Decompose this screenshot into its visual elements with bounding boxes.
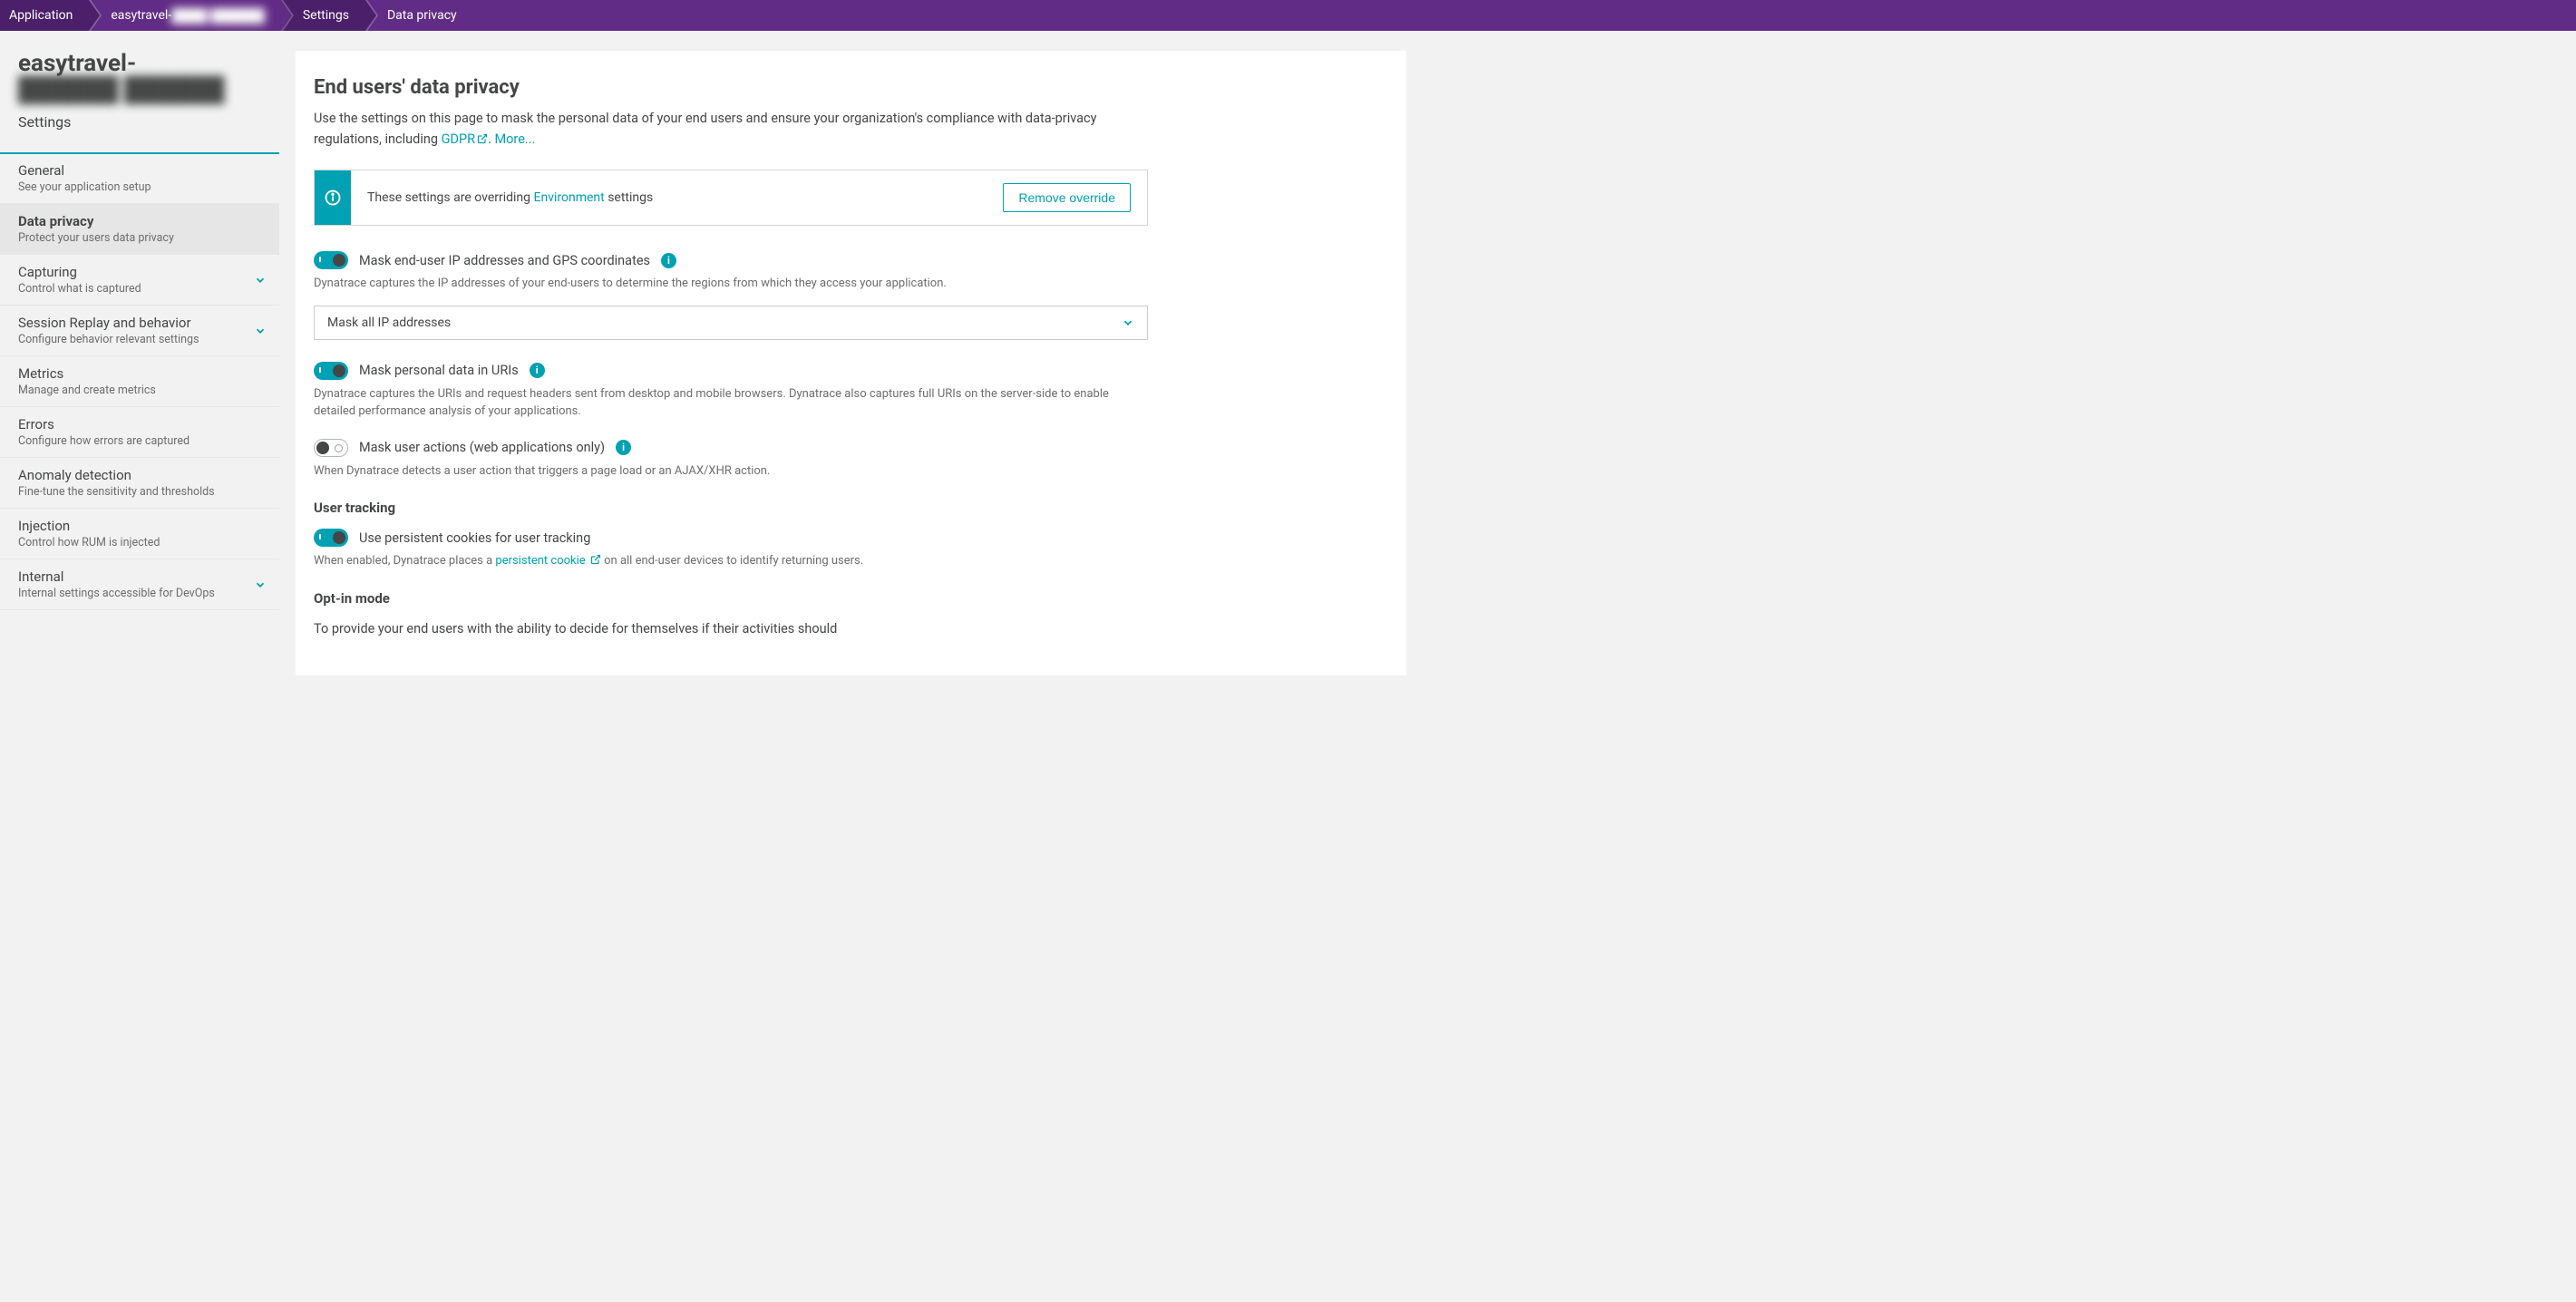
external-link-icon bbox=[477, 133, 488, 144]
nav-sub: Fine-tune the sensitivity and thresholds bbox=[18, 485, 261, 499]
crumb-application[interactable]: Application bbox=[0, 0, 89, 31]
persistent-cookie-link[interactable]: persistent cookie bbox=[495, 554, 601, 568]
info-icon[interactable]: i bbox=[530, 363, 545, 378]
nav-title: Session Replay and behavior bbox=[18, 315, 261, 331]
app-title: easytravel- ██████ ██████ bbox=[18, 51, 261, 102]
breadcrumb: Application easytravel- ████ ██████ Sett… bbox=[0, 0, 2576, 31]
optin-desc: To provide your end users with the abili… bbox=[314, 619, 1148, 639]
setting-persistent-cookie: Use persistent cookies for user tracking… bbox=[314, 529, 1148, 570]
crumb-data-privacy[interactable]: Data privacy bbox=[365, 0, 473, 31]
sidebar: easytravel- ██████ ██████ Settings Gener… bbox=[0, 31, 279, 695]
info-icon[interactable]: i bbox=[616, 440, 631, 455]
select-value: Mask all IP addresses bbox=[327, 316, 451, 330]
info-icon bbox=[315, 170, 351, 225]
nav-sub: See your application setup bbox=[18, 180, 261, 194]
setting-desc: Dynatrace captures the URIs and request … bbox=[314, 385, 1148, 421]
crumb-label: Application bbox=[9, 8, 73, 23]
setting-label: Mask end-user IP addresses and GPS coord… bbox=[359, 253, 650, 268]
setting-mask-uri: Mask personal data in URIs i Dynatrace c… bbox=[314, 362, 1148, 421]
chevron-down-icon bbox=[254, 325, 267, 337]
sidebar-item-metrics[interactable]: Metrics Manage and create metrics bbox=[0, 356, 279, 407]
crumb-label: Data privacy bbox=[387, 8, 457, 23]
sidebar-item-data-privacy[interactable]: Data privacy Protect your users data pri… bbox=[0, 204, 279, 255]
sidebar-item-errors[interactable]: Errors Configure how errors are captured bbox=[0, 407, 279, 458]
setting-label: Mask personal data in URIs bbox=[359, 363, 519, 378]
crumb-label: Settings bbox=[303, 8, 349, 23]
chevron-down-icon bbox=[254, 578, 267, 591]
sidebar-item-general[interactable]: General See your application setup bbox=[0, 152, 279, 204]
override-banner: These settings are overriding Environmen… bbox=[314, 170, 1148, 226]
info-icon[interactable]: i bbox=[661, 253, 676, 268]
sidebar-item-capturing[interactable]: Capturing Control what is captured bbox=[0, 255, 279, 306]
user-tracking-heading: User tracking bbox=[314, 500, 1148, 516]
sidebar-item-anomaly-detection[interactable]: Anomaly detection Fine-tune the sensitiv… bbox=[0, 458, 279, 509]
nav-title: Anomaly detection bbox=[18, 467, 261, 483]
nav-sub: Control what is captured bbox=[18, 282, 261, 296]
nav-title: Data privacy bbox=[18, 213, 261, 229]
obscured-text: ████ ██████ bbox=[171, 8, 265, 24]
nav-sub: Control how RUM is injected bbox=[18, 536, 261, 549]
toggle-mask-uri[interactable] bbox=[314, 362, 348, 380]
page-description: Use the settings on this page to mask th… bbox=[314, 108, 1148, 150]
settings-label: Settings bbox=[18, 113, 261, 131]
chevron-down-icon bbox=[1122, 316, 1134, 329]
setting-desc: Dynatrace captures the IP addresses of y… bbox=[314, 275, 1148, 293]
nav-sub: Internal settings accessible for DevOps bbox=[18, 587, 261, 600]
environment-link[interactable]: Environment bbox=[534, 190, 605, 205]
setting-desc: When enabled, Dynatrace places a persist… bbox=[314, 552, 1148, 570]
crumb-app-name[interactable]: easytravel- ████ ██████ bbox=[89, 0, 281, 31]
remove-override-button[interactable]: Remove override bbox=[1003, 183, 1131, 212]
main-panel: End users' data privacy Use the settings… bbox=[296, 51, 1406, 675]
mask-ip-select[interactable]: Mask all IP addresses bbox=[314, 306, 1148, 340]
nav-sub: Manage and create metrics bbox=[18, 384, 261, 397]
setting-mask-ip: Mask end-user IP addresses and GPS coord… bbox=[314, 251, 1148, 340]
setting-desc: When Dynatrace detects a user action tha… bbox=[314, 462, 1148, 481]
nav-sub: Configure behavior relevant settings bbox=[18, 333, 261, 346]
crumb-label: easytravel- bbox=[111, 8, 171, 23]
sidebar-header: easytravel- ██████ ██████ Settings bbox=[0, 31, 279, 140]
nav-title: Errors bbox=[18, 416, 261, 432]
page-title: End users' data privacy bbox=[314, 76, 1148, 99]
toggle-mask-ip[interactable] bbox=[314, 251, 348, 269]
setting-label: Mask user actions (web applications only… bbox=[359, 440, 605, 455]
sidebar-item-internal[interactable]: Internal Internal settings accessible fo… bbox=[0, 559, 279, 610]
toggle-persistent-cookie[interactable] bbox=[314, 529, 348, 547]
chevron-down-icon bbox=[254, 274, 267, 287]
nav-title: Internal bbox=[18, 568, 261, 585]
nav-title: Capturing bbox=[18, 264, 261, 280]
setting-mask-actions: Mask user actions (web applications only… bbox=[314, 439, 1148, 481]
obscured-text: ██████ ██████ bbox=[18, 77, 225, 103]
nav-sub: Configure how errors are captured bbox=[18, 434, 261, 448]
more-link[interactable]: More... bbox=[495, 131, 536, 147]
optin-heading: Opt-in mode bbox=[314, 590, 1148, 607]
external-link-icon bbox=[590, 554, 601, 565]
nav-title: Metrics bbox=[18, 365, 261, 382]
banner-text: These settings are overriding Environmen… bbox=[367, 190, 653, 205]
nav-sub: Protect your users data privacy bbox=[18, 231, 261, 245]
nav-title: General bbox=[18, 162, 261, 179]
sidebar-item-session-replay[interactable]: Session Replay and behavior Configure be… bbox=[0, 306, 279, 356]
toggle-mask-actions[interactable] bbox=[314, 439, 348, 457]
nav-title: Injection bbox=[18, 518, 261, 534]
gdpr-link[interactable]: GDPR bbox=[442, 131, 488, 147]
sidebar-item-injection[interactable]: Injection Control how RUM is injected bbox=[0, 509, 279, 559]
setting-label: Use persistent cookies for user tracking bbox=[359, 530, 590, 546]
